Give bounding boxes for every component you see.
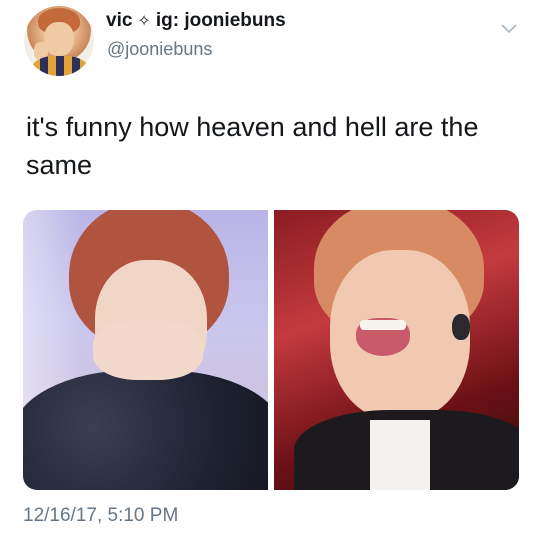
author-name-row[interactable]: vic ✧ ig: jooniebuns (106, 10, 286, 32)
author-display-name-suffix: ig: jooniebuns (155, 10, 286, 31)
tweet-text: it's funny how heaven and hell are the s… (26, 112, 479, 180)
author-handle[interactable]: @jooniebuns (107, 39, 212, 60)
person-jacket (23, 370, 268, 490)
tweet-card: vic ✧ ig: jooniebuns @jooniebuns it's funn… (0, 0, 540, 540)
avatar[interactable] (24, 6, 94, 76)
avatar-shirt (32, 56, 88, 76)
tweet-media (23, 210, 519, 490)
avatar-face (44, 22, 74, 56)
media-photo-right[interactable] (274, 210, 519, 490)
person-hands (93, 320, 203, 380)
tweet-timestamp[interactable]: 12/16/17, 5:10 PM (23, 505, 178, 527)
chevron-down-icon[interactable] (500, 22, 518, 36)
author-display-name: vic (106, 10, 133, 31)
sparkle-icon: ✧ (137, 13, 151, 30)
in-ear-monitor (452, 314, 470, 340)
person-teeth (360, 320, 406, 330)
media-photo-left[interactable] (23, 210, 268, 490)
person-collar (370, 420, 430, 490)
